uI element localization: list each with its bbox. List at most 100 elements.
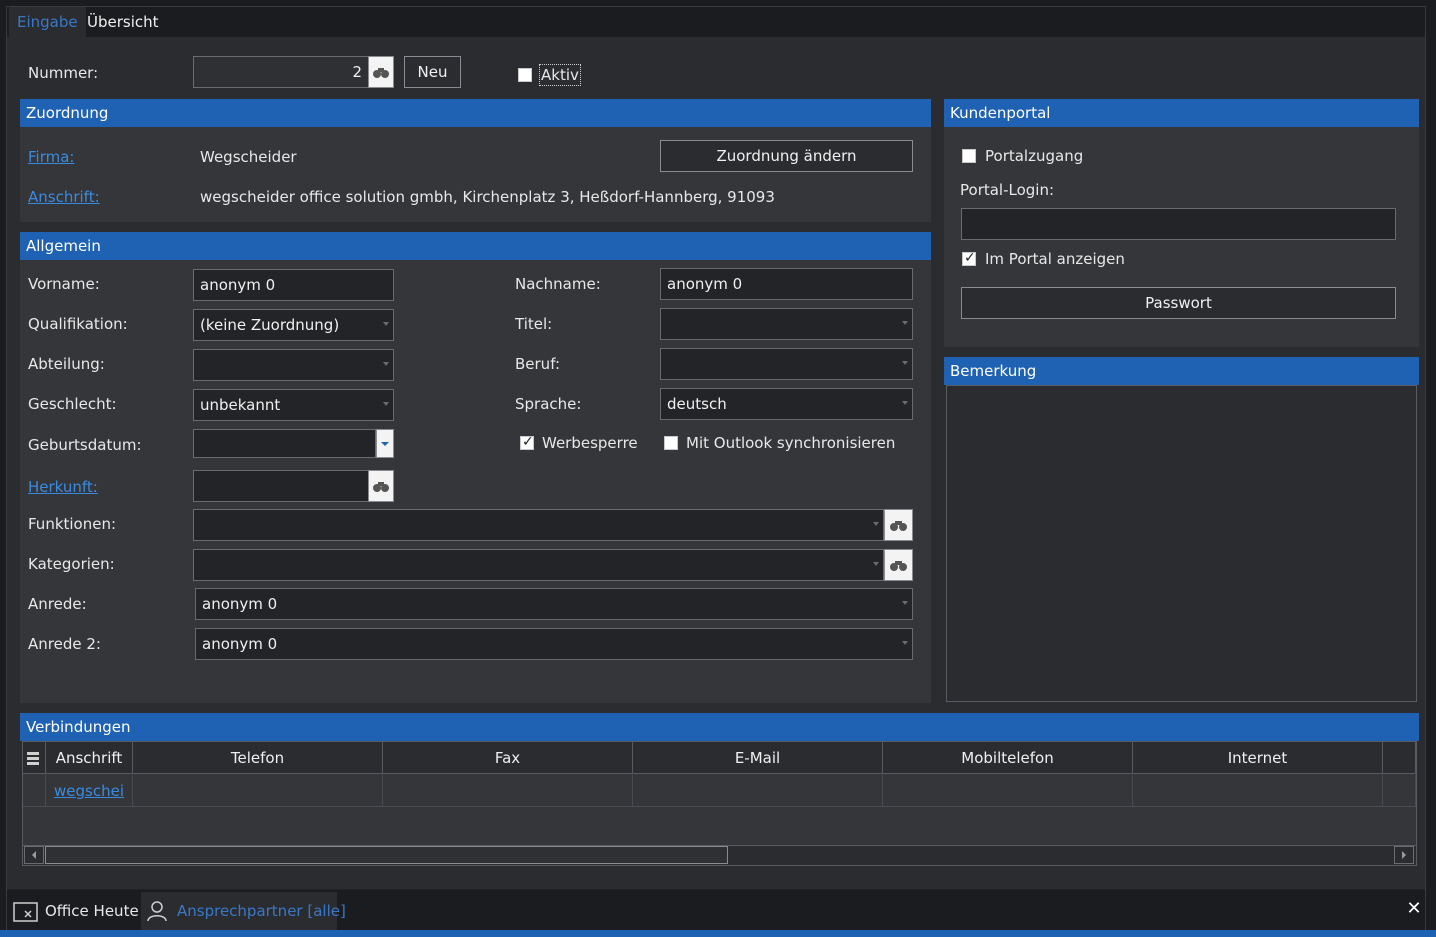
bottom-tab-ansprechpartner[interactable]: Ansprechpartner [alle] xyxy=(141,892,346,930)
anschrift-cell-link[interactable]: wegschei xyxy=(54,782,124,800)
column-anschrift[interactable]: Anschrift xyxy=(46,742,133,774)
bemerkung-header: Bemerkung xyxy=(944,357,1419,385)
person-icon xyxy=(147,901,167,922)
vorname-label: Vorname: xyxy=(28,275,100,293)
zuordnung-aendern-button[interactable]: Zuordnung ändern xyxy=(660,140,913,172)
chevron-down-icon xyxy=(383,402,389,406)
column-mobiltelefon[interactable]: Mobiltelefon xyxy=(883,742,1133,774)
outlook-label: Mit Outlook synchronisieren xyxy=(686,434,896,452)
table-row-fax[interactable] xyxy=(383,775,633,807)
allgemein-header: Allgemein xyxy=(20,232,931,260)
grid-options-button[interactable] xyxy=(23,742,46,774)
anschrift-link[interactable]: Anschrift: xyxy=(28,188,100,206)
outlook-checkbox[interactable] xyxy=(664,436,678,450)
titel-select[interactable] xyxy=(660,308,913,340)
geburtsdatum-input[interactable] xyxy=(193,429,376,458)
anrede-select[interactable]: anonym 0 xyxy=(195,588,913,620)
im-portal-label: Im Portal anzeigen xyxy=(985,250,1125,268)
beruf-select[interactable] xyxy=(660,348,913,380)
herkunft-link[interactable]: Herkunft: xyxy=(28,478,98,496)
close-window-icon xyxy=(13,902,38,922)
ansprechpartner-label: Ansprechpartner [alle] xyxy=(177,902,346,920)
tab-eingabe[interactable]: Eingabe xyxy=(9,7,86,37)
kundenportal-header: Kundenportal xyxy=(944,99,1419,127)
table-row-mobiltelefon[interactable] xyxy=(883,775,1133,807)
herkunft-input[interactable] xyxy=(193,470,369,502)
aktiv-checkbox[interactable] xyxy=(518,68,532,82)
portal-login-input[interactable] xyxy=(961,208,1396,240)
chevron-down-icon xyxy=(902,601,908,605)
close-icon[interactable]: ✕ xyxy=(1404,898,1424,922)
chevron-down-icon xyxy=(873,522,879,526)
firma-value: Wegscheider xyxy=(200,148,297,166)
binoculars-icon xyxy=(890,561,907,571)
nummer-input[interactable]: 2 xyxy=(193,56,369,88)
table-row-email[interactable] xyxy=(633,775,883,807)
zuordnung-header: Zuordnung xyxy=(20,99,931,127)
chevron-down-icon xyxy=(381,442,389,446)
geschlecht-value: unbekannt xyxy=(200,396,281,414)
qualifikation-select[interactable]: (keine Zuordnung) xyxy=(193,309,394,341)
funktionen-select[interactable] xyxy=(193,509,884,541)
anrede2-value: anonym 0 xyxy=(202,635,278,653)
firma-link[interactable]: Firma: xyxy=(28,148,74,166)
im-portal-checkbox[interactable] xyxy=(962,250,976,266)
column-internet[interactable]: Internet xyxy=(1133,742,1383,774)
anrede2-select[interactable]: anonym 0 xyxy=(195,628,913,660)
table-row-filler xyxy=(1383,775,1416,807)
portal-login-label: Portal-Login: xyxy=(960,181,1055,199)
office-heute-label: Office Heute xyxy=(45,902,139,920)
nachname-input[interactable]: anonym 0 xyxy=(660,268,913,300)
geburtsdatum-label: Geburtsdatum: xyxy=(28,436,142,454)
anrede-value: anonym 0 xyxy=(202,595,278,613)
date-dropdown-button[interactable] xyxy=(376,429,394,458)
geschlecht-select[interactable]: unbekannt xyxy=(193,389,394,421)
table-row-anschrift[interactable]: wegschei xyxy=(46,775,133,807)
table-row-internet[interactable] xyxy=(1133,775,1383,807)
tab-uebersicht[interactable]: Übersicht xyxy=(79,7,167,37)
bottom-tab-office-heute[interactable]: Office Heute xyxy=(10,892,141,930)
column-filler xyxy=(1383,742,1416,774)
anschrift-value: wegscheider office solution gmbh, Kirche… xyxy=(200,188,775,206)
table-row-telefon[interactable] xyxy=(133,775,383,807)
abteilung-label: Abteilung: xyxy=(28,355,105,373)
scroll-left-button[interactable] xyxy=(24,846,44,864)
chevron-right-icon xyxy=(1402,851,1406,859)
chevron-down-icon xyxy=(873,562,879,566)
chevron-down-icon xyxy=(902,641,908,645)
werbesperre-checkbox[interactable] xyxy=(520,434,534,450)
titel-label: Titel: xyxy=(515,315,553,333)
nummer-search-button[interactable] xyxy=(368,56,394,88)
abteilung-select[interactable] xyxy=(193,349,394,381)
tab-bar: Eingabe Übersicht xyxy=(7,7,1425,37)
herkunft-search-button[interactable] xyxy=(368,470,394,502)
scroll-right-button[interactable] xyxy=(1394,846,1414,864)
sprache-label: Sprache: xyxy=(515,395,582,413)
column-telefon[interactable]: Telefon xyxy=(133,742,383,774)
nachname-label: Nachname: xyxy=(515,275,601,293)
anrede2-label: Anrede 2: xyxy=(28,635,101,653)
qualifikation-label: Qualifikation: xyxy=(28,315,128,333)
passwort-button[interactable]: Passwort xyxy=(961,287,1396,319)
neu-button[interactable]: Neu xyxy=(404,56,461,88)
kategorien-select[interactable] xyxy=(193,549,884,581)
chevron-down-icon xyxy=(902,401,908,405)
funktionen-search-button[interactable] xyxy=(884,509,913,541)
portalzugang-checkbox[interactable] xyxy=(962,149,976,163)
scroll-thumb[interactable] xyxy=(45,846,728,864)
column-email[interactable]: E-Mail xyxy=(633,742,883,774)
column-fax[interactable]: Fax xyxy=(383,742,633,774)
vorname-input[interactable]: anonym 0 xyxy=(193,269,394,301)
portalzugang-label: Portalzugang xyxy=(985,147,1084,165)
chevron-left-icon xyxy=(32,851,36,859)
grid-settings-icon xyxy=(27,752,39,765)
accent-strip xyxy=(0,930,1436,937)
aktiv-label[interactable]: Aktiv xyxy=(539,64,581,86)
kategorien-search-button[interactable] xyxy=(884,549,913,581)
bemerkung-textarea[interactable] xyxy=(946,385,1417,702)
anrede-label: Anrede: xyxy=(28,595,87,613)
geschlecht-label: Geschlecht: xyxy=(28,395,117,413)
sprache-select[interactable]: deutsch xyxy=(660,388,913,420)
funktionen-label: Funktionen: xyxy=(28,515,117,533)
qualifikation-value: (keine Zuordnung) xyxy=(200,316,340,334)
